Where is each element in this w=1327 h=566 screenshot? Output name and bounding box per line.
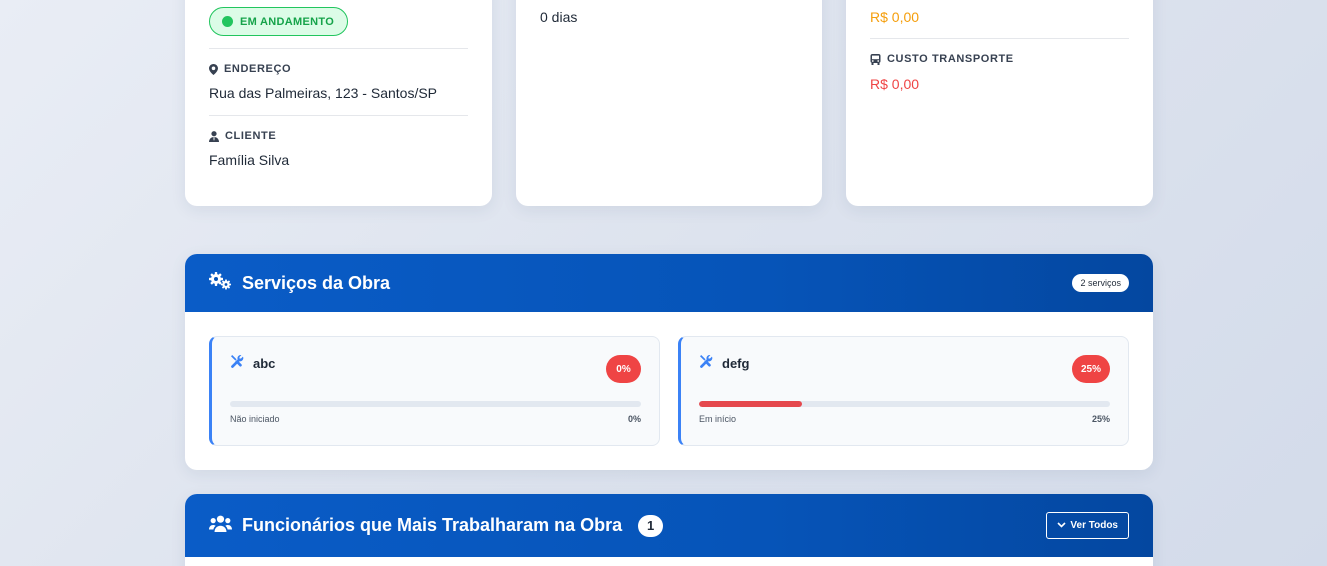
client-label-text: CLIENTE <box>225 130 277 142</box>
service-progress-bar <box>699 401 1110 407</box>
workers-title: Funcionários que Mais Trabalharam na Obr… <box>242 515 623 535</box>
workers-section: Funcionários que Mais Trabalharam na Obr… <box>185 494 1153 566</box>
cost-value: R$ 0,00 <box>870 9 920 25</box>
project-info-card: EM ANDAMENTO ENDEREÇO Rua das Palmeiras,… <box>185 0 492 206</box>
chevron-down-icon <box>1057 520 1066 531</box>
service-progress-fill <box>699 401 802 407</box>
workers-header: Funcionários que Mais Trabalharam na Obr… <box>185 494 1153 557</box>
divider <box>870 38 1129 39</box>
map-marker-icon <box>209 63 218 75</box>
address-label: ENDEREÇO <box>209 63 291 75</box>
transport-cost-value: R$ 0,00 <box>870 76 920 92</box>
services-section: Serviços da Obra 2 serviços abc 0% Não i… <box>185 254 1153 470</box>
view-all-button[interactable]: Ver Todos <box>1046 512 1129 539</box>
bus-icon <box>870 53 881 65</box>
divider <box>209 48 468 49</box>
transport-cost-label-text: CUSTO TRANSPORTE <box>887 53 1014 65</box>
address-value: Rua das Palmeiras, 123 - Santos/SP <box>209 85 438 101</box>
service-status: Não iniciado <box>230 414 280 424</box>
service-percent-text: 25% <box>1091 414 1110 424</box>
divider <box>209 115 468 116</box>
service-percent-badge: 0% <box>606 355 641 383</box>
service-name: abc <box>253 356 276 371</box>
view-all-label: Ver Todos <box>1070 520 1118 531</box>
gears-icon <box>209 271 232 295</box>
services-header: Serviços da Obra 2 serviços <box>185 254 1153 312</box>
service-card[interactable]: defg 25% Em início 25% <box>678 336 1129 446</box>
users-icon <box>209 515 232 537</box>
transport-cost-label: CUSTO TRANSPORTE <box>870 53 1014 65</box>
status-text: EM ANDAMENTO <box>240 15 335 28</box>
tools-icon <box>230 354 244 373</box>
services-count-badge: 2 serviços <box>1072 274 1129 292</box>
client-label: CLIENTE <box>209 130 276 142</box>
service-percent-badge: 25% <box>1071 355 1110 383</box>
address-label-text: ENDEREÇO <box>224 63 292 75</box>
page: EM ANDAMENTO ENDEREÇO Rua das Palmeiras,… <box>0 0 1327 566</box>
services-title: Serviços da Obra <box>242 272 391 293</box>
workers-count-badge: 1 <box>638 514 664 537</box>
costs-card: R$ 0,00 CUSTO TRANSPORTE R$ 0,00 <box>846 0 1153 206</box>
status-badge: EM ANDAMENTO <box>209 7 349 36</box>
service-card[interactable]: abc 0% Não iniciado 0% <box>209 336 660 446</box>
duration-card: 0 dias <box>516 0 822 206</box>
user-tie-icon <box>209 130 219 142</box>
status-dot-icon <box>222 16 233 27</box>
client-value: Família Silva <box>209 152 290 168</box>
service-progress-bar <box>230 401 641 407</box>
duration-value: 0 dias <box>540 9 578 25</box>
service-name: defg <box>722 356 750 371</box>
tools-icon <box>699 354 713 373</box>
service-percent-text: 0% <box>627 414 641 424</box>
service-status: Em início <box>699 414 737 424</box>
